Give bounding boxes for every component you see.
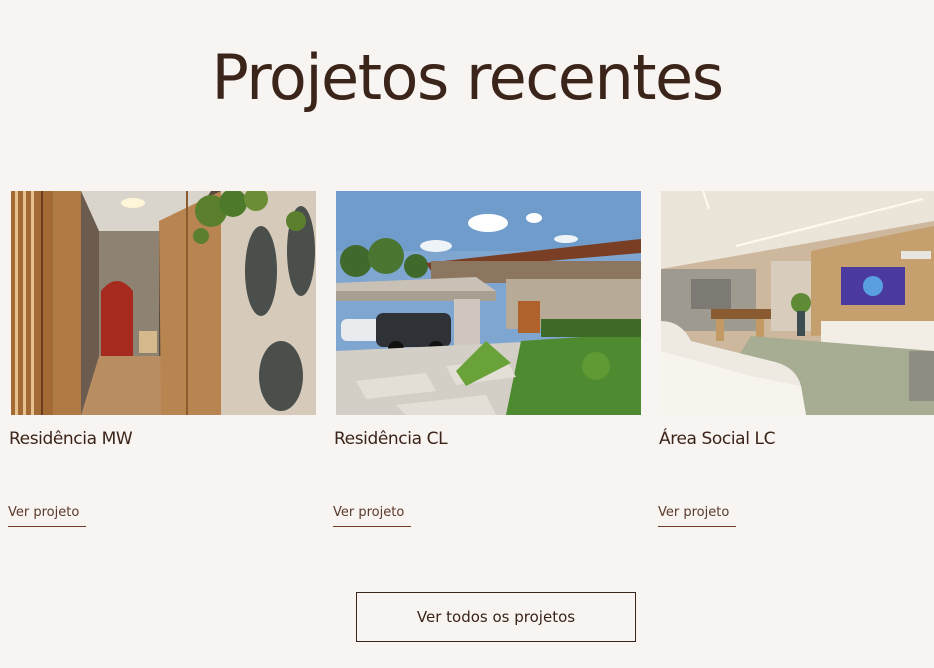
project-image-area-social-lc[interactable] [661, 191, 934, 415]
section-title: Projetos recentes [211, 41, 724, 114]
view-project-link[interactable]: Ver projeto [333, 505, 411, 527]
project-name: Residência CL [334, 429, 448, 449]
project-card-residencia-mw: Residência MW Ver projeto [8, 191, 316, 527]
view-project-link[interactable]: Ver projeto [8, 505, 86, 527]
project-image-residencia-cl[interactable] [336, 191, 641, 415]
project-image-residencia-mw[interactable] [11, 191, 316, 415]
project-name: Residência MW [9, 429, 133, 449]
view-all-projects-button[interactable]: Ver todos os projetos [356, 592, 636, 642]
project-name: Área Social LC [659, 429, 776, 449]
project-card-area-social-lc: Área Social LC Ver projeto [658, 191, 934, 527]
project-card-residencia-cl: Residência CL Ver projeto [333, 191, 641, 527]
view-project-link[interactable]: Ver projeto [658, 505, 736, 527]
